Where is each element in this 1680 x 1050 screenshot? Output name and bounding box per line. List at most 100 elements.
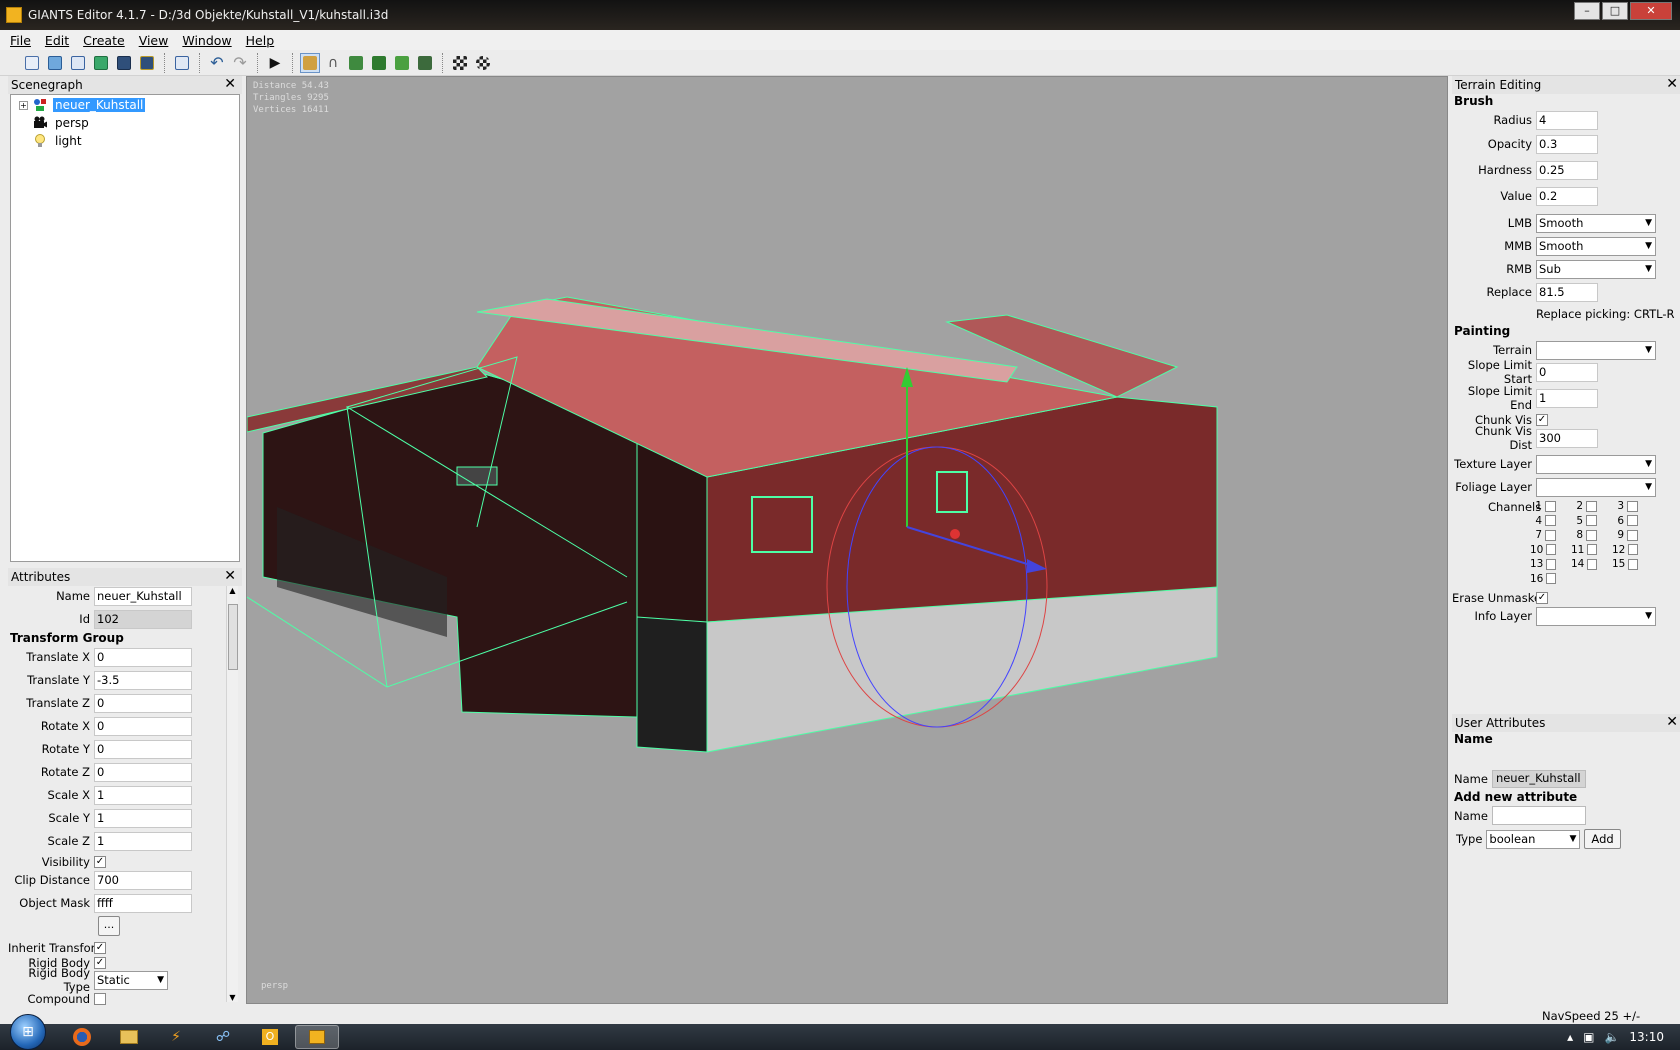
radius-field[interactable]: 4 bbox=[1536, 110, 1598, 130]
redo-icon[interactable]: ↷ bbox=[230, 53, 250, 73]
scale-x-field[interactable]: 1 bbox=[94, 785, 192, 805]
menu-window[interactable]: Window bbox=[182, 33, 231, 48]
info-layer-select[interactable]: ▼ bbox=[1536, 606, 1656, 626]
expand-icon[interactable]: + bbox=[19, 101, 28, 110]
scenegraph-tree[interactable]: + neuer_Kuhstall persp light bbox=[10, 94, 240, 562]
mmb-select[interactable]: Smooth ▼ bbox=[1536, 236, 1656, 256]
minimize-button[interactable]: – bbox=[1574, 2, 1600, 20]
channel-3-checkbox[interactable] bbox=[1627, 500, 1638, 512]
rotate-z-field[interactable]: 0 bbox=[94, 762, 192, 782]
attribute-type-select[interactable]: boolean ▼ bbox=[1486, 829, 1581, 849]
tree-node-neuer-kuhstall[interactable]: neuer_Kuhstall bbox=[33, 96, 146, 114]
channel-12-checkbox[interactable] bbox=[1628, 544, 1638, 555]
checker-settings-icon[interactable] bbox=[473, 53, 493, 73]
foliage-icon[interactable] bbox=[369, 53, 389, 73]
volume-icon[interactable]: 🔈 bbox=[1604, 1030, 1619, 1044]
chunk-vis-checkbox[interactable]: ✓ bbox=[1536, 414, 1548, 426]
rotate-y-field[interactable]: 0 bbox=[94, 739, 192, 759]
grass-icon[interactable] bbox=[392, 53, 412, 73]
name-field[interactable]: neuer_Kuhstall bbox=[94, 586, 192, 606]
network-tray-icon[interactable]: ▣ bbox=[1583, 1030, 1594, 1044]
close-icon[interactable]: ✕ bbox=[224, 76, 236, 93]
translate-x-field[interactable]: 0 bbox=[94, 647, 192, 667]
chunk-vis-dist-field[interactable]: 300 bbox=[1536, 428, 1598, 448]
rotate-x-field[interactable]: 0 bbox=[94, 716, 192, 736]
menu-file[interactable]: File bbox=[10, 33, 31, 48]
undo-icon[interactable]: ↶ bbox=[207, 53, 227, 73]
scale-y-field[interactable]: 1 bbox=[94, 808, 192, 828]
select-terrain-icon[interactable] bbox=[300, 52, 320, 73]
channel-6-checkbox[interactable] bbox=[1627, 515, 1638, 526]
menu-create[interactable]: Create bbox=[83, 33, 125, 48]
foliage-layer-select[interactable]: ▼ bbox=[1536, 477, 1656, 497]
add-attribute-button[interactable]: Add bbox=[1584, 829, 1621, 849]
close-window-button[interactable]: ✕ bbox=[1630, 2, 1672, 20]
3d-viewport[interactable]: Distance 54.43 Triangles 9295 Vertices 1… bbox=[246, 76, 1448, 1004]
start-button[interactable]: ⊞ bbox=[10, 1014, 46, 1050]
scale-z-field[interactable]: 1 bbox=[94, 831, 192, 851]
play-icon[interactable]: ▶ bbox=[265, 53, 285, 73]
refresh-icon[interactable] bbox=[91, 53, 111, 73]
attributes-scrollbar[interactable]: ▲ ▼ bbox=[226, 586, 238, 1002]
outlook-icon[interactable]: O bbox=[248, 1025, 292, 1049]
channel-13-checkbox[interactable] bbox=[1546, 558, 1556, 570]
value-field[interactable]: 0.2 bbox=[1536, 186, 1598, 206]
checker-icon[interactable] bbox=[450, 53, 470, 73]
tray-expand-icon[interactable]: ▴ bbox=[1567, 1030, 1573, 1044]
object-mask-field[interactable]: ffff bbox=[94, 893, 192, 913]
channel-11-checkbox[interactable] bbox=[1587, 544, 1597, 555]
rmb-select[interactable]: Sub ▼ bbox=[1536, 259, 1656, 279]
scroll-down-icon[interactable]: ▼ bbox=[227, 993, 238, 1002]
close-icon[interactable]: ✕ bbox=[1666, 76, 1678, 93]
rigid-body-type-select[interactable]: Static ▼ bbox=[94, 970, 168, 990]
clock[interactable]: 13:10 bbox=[1629, 1030, 1664, 1044]
giants-editor-icon[interactable] bbox=[295, 1025, 339, 1049]
channel-10-checkbox[interactable] bbox=[1546, 544, 1556, 555]
explorer-icon[interactable] bbox=[107, 1025, 151, 1049]
network-icon[interactable]: ☍ bbox=[201, 1025, 245, 1049]
texture-layer-select[interactable]: ▼ bbox=[1536, 454, 1656, 474]
scrollbar-thumb[interactable] bbox=[228, 604, 238, 670]
channel-2-checkbox[interactable] bbox=[1586, 500, 1597, 512]
rigid-body-checkbox[interactable]: ✓ bbox=[94, 957, 106, 969]
compound-checkbox[interactable] bbox=[94, 993, 106, 1005]
paint-icon[interactable] bbox=[346, 53, 366, 73]
new-file-icon[interactable] bbox=[22, 53, 42, 73]
lmb-select[interactable]: Smooth ▼ bbox=[1536, 213, 1656, 233]
tree-node-light[interactable]: light bbox=[33, 132, 84, 150]
terrain-select[interactable]: ▼ bbox=[1536, 340, 1656, 360]
opacity-field[interactable]: 0.3 bbox=[1536, 134, 1598, 154]
slope-limit-end-field[interactable]: 1 bbox=[1536, 388, 1598, 408]
menu-edit[interactable]: Edit bbox=[45, 33, 69, 48]
object-mask-edit-button[interactable]: ... bbox=[98, 916, 120, 936]
clip-distance-field[interactable]: 700 bbox=[94, 870, 192, 890]
maximize-button[interactable]: □ bbox=[1602, 2, 1628, 20]
channel-7-checkbox[interactable] bbox=[1545, 529, 1556, 541]
tree-node-persp[interactable]: persp bbox=[33, 114, 91, 132]
menu-help[interactable]: Help bbox=[246, 33, 275, 48]
channel-9-checkbox[interactable] bbox=[1627, 529, 1638, 541]
firefox-icon[interactable] bbox=[60, 1025, 104, 1049]
terrain-tool-icon[interactable] bbox=[415, 53, 435, 73]
close-icon[interactable]: ✕ bbox=[1666, 714, 1678, 731]
channel-4-checkbox[interactable] bbox=[1545, 515, 1556, 526]
channel-15-checkbox[interactable] bbox=[1628, 558, 1638, 570]
close-icon[interactable]: ✕ bbox=[224, 568, 236, 585]
channel-14-checkbox[interactable] bbox=[1587, 558, 1597, 570]
new-attribute-name-input[interactable] bbox=[1491, 806, 1586, 825]
replace-field[interactable]: 81.5 bbox=[1536, 282, 1598, 302]
translate-y-field[interactable]: -3.5 bbox=[94, 670, 192, 690]
translate-z-field[interactable]: 0 bbox=[94, 693, 192, 713]
save-list-icon[interactable] bbox=[68, 53, 88, 73]
flash-icon[interactable]: ⚡ bbox=[154, 1025, 198, 1049]
slope-limit-start-field[interactable]: 0 bbox=[1536, 362, 1598, 382]
channel-1-checkbox[interactable] bbox=[1545, 500, 1556, 512]
visibility-checkbox[interactable]: ✓ bbox=[94, 856, 106, 868]
erase-unmasked-checkbox[interactable]: ✓ bbox=[1536, 592, 1548, 604]
save-as-icon[interactable] bbox=[137, 53, 157, 73]
menu-view[interactable]: View bbox=[139, 33, 169, 48]
channel-8-checkbox[interactable] bbox=[1586, 529, 1597, 541]
scroll-up-icon[interactable]: ▲ bbox=[227, 586, 238, 595]
channel-5-checkbox[interactable] bbox=[1586, 515, 1597, 526]
channel-16-checkbox[interactable] bbox=[1546, 573, 1556, 584]
